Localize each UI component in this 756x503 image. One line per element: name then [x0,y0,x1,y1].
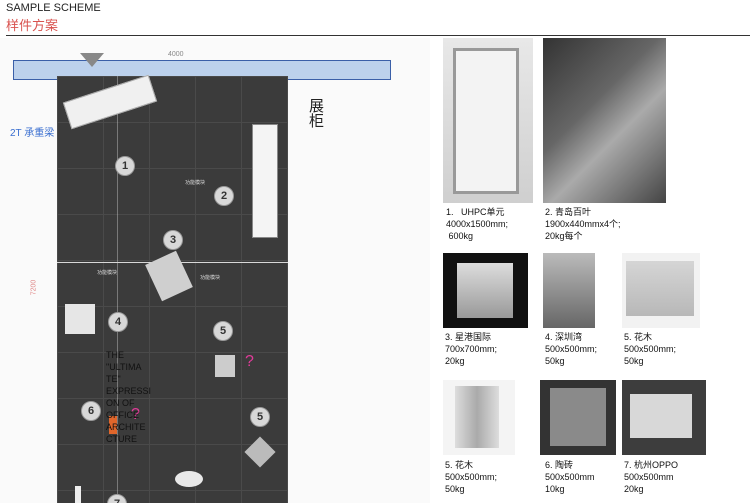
photo-shenzhen [543,253,595,328]
photo-huamu-2 [443,380,515,455]
module-label: 功能模块 [97,270,118,276]
module-label: 功能模块 [200,275,221,281]
marker-1: 1 [115,156,135,176]
louver-sample [252,124,278,238]
expression-text: THE "ULTIMA TE" EXPRESSI ON OF OFFICE AR… [106,350,152,444]
sculpture [175,471,203,487]
marker-6: 6 [81,401,101,421]
marker-3: 3 [163,230,183,250]
caption-5b: 5. 花木 500x500mm; 50kg [445,460,498,494]
header-title-en: SAMPLE SCHEME [6,2,101,14]
header-divider [6,35,750,36]
marker-2: 2 [214,186,234,206]
dimension-left: 7200 [30,279,38,296]
caption-1: 1. UHPC单元 4000x1500mm; 600kg [446,207,509,241]
box-sample [65,304,95,334]
marker-4: 4 [108,312,128,332]
caption-4: 4. 深圳湾 500x500mm; 50kg [545,332,598,366]
photo-xinggang [443,253,528,328]
photo-tile [540,380,616,455]
header-title-cn: 样件方案 [6,18,59,33]
down-arrow-icon [80,53,104,67]
marker-5b: 5 [250,407,270,427]
photo-huamu-1 [622,253,700,328]
caption-6: 6. 陶砖 500x500mm 10kg [545,460,595,494]
cabinet-label: 展柜 [307,98,324,128]
caption-2: 2. 青岛百叶 1900x440mmx4个; 20kg每个 [545,207,621,241]
caption-7: 7. 杭州OPPO 500x500mm 20kg [624,460,679,494]
module-label: 功能模块 [185,180,206,186]
photo-oppo [622,380,706,455]
flower-sample [215,355,235,377]
question-mark: ? [245,353,254,370]
photo-louver [543,38,666,203]
caption-5a: 5. 花木 500x500mm; 50kg [624,332,677,366]
photo-uhpc [443,38,533,203]
caption-3: 3. 星港国际 700x700mm; 20kg [445,332,498,366]
floor-plan: 4000 2T 承重梁 7200 展柜 功能模块 功能模块 功能模块 1 2 3… [0,38,430,503]
column-sample [75,486,81,503]
beam-label: 2T 承重梁 [10,128,55,139]
dimension-top: 4000 [168,51,184,58]
exhibition-floor: 功能模块 功能模块 功能模块 1 2 3 4 5 5 6 7 ? ? [57,74,288,503]
marker-5a: 5 [213,321,233,341]
